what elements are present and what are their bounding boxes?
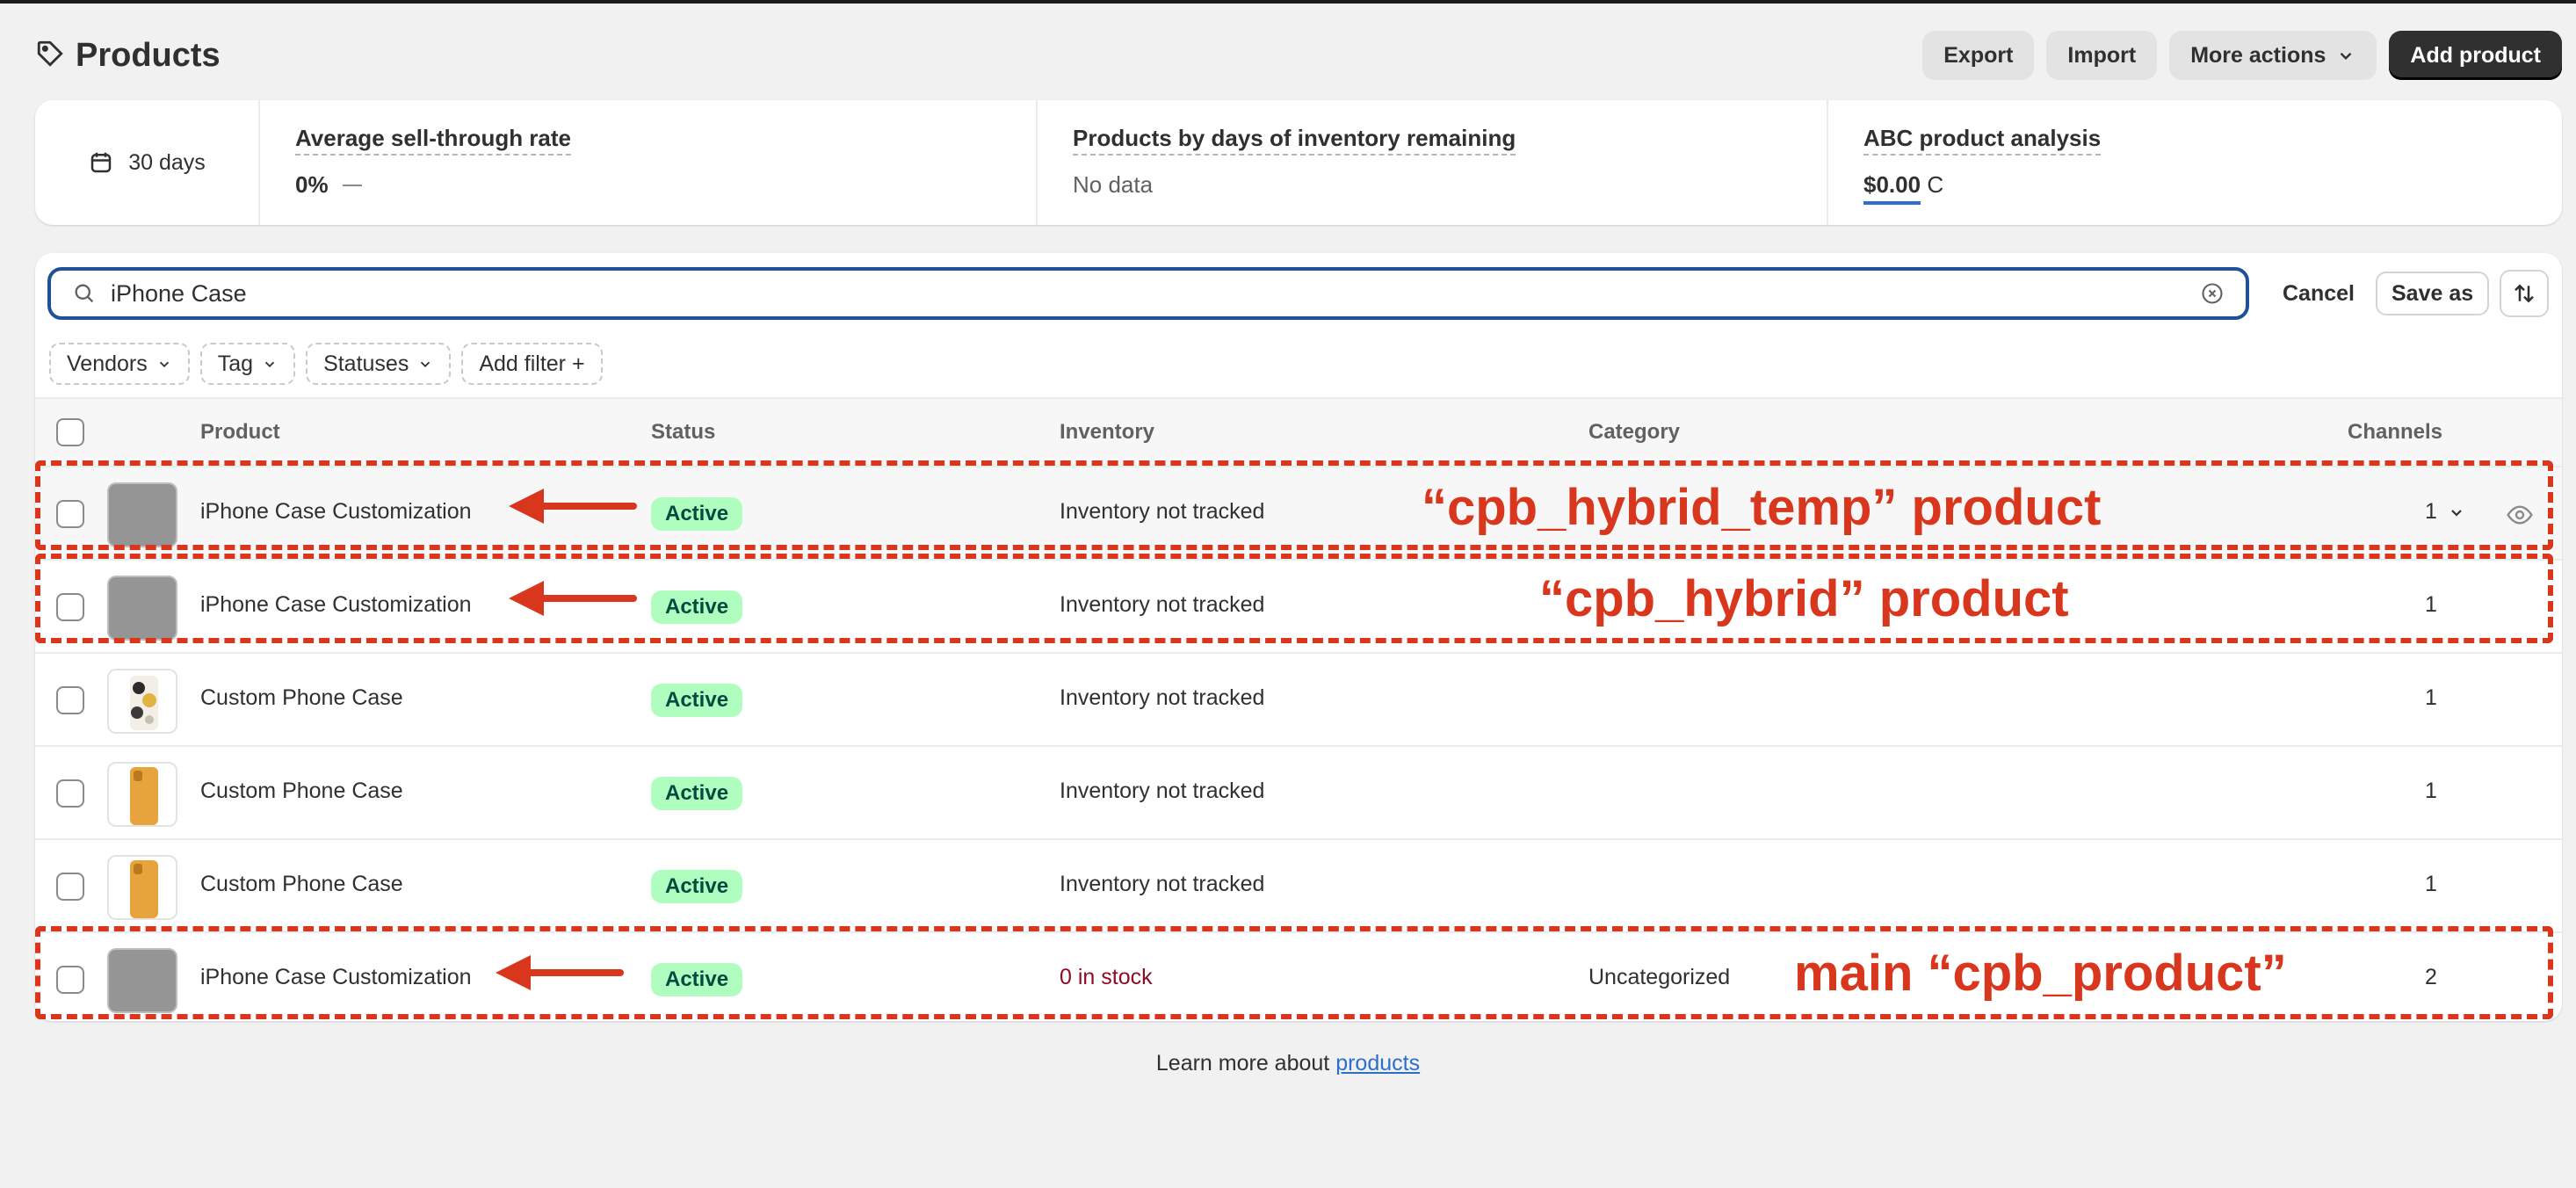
arrow-left-icon [509,581,637,616]
search-icon [75,284,94,303]
inventory-cell: Inventory not tracked [1060,685,1265,710]
add-filter-label: Add filter + [479,351,585,376]
learn-more-footer: Learn more about products [0,1051,2576,1076]
import-button[interactable]: Import [2046,31,2158,80]
column-inventory[interactable]: Inventory [1060,420,1154,445]
product-thumbnail [107,855,177,920]
calendar-icon [90,152,112,173]
product-name[interactable]: Custom Phone Case [200,685,403,711]
inventory-cell: Inventory not tracked [1060,779,1265,803]
search-input[interactable] [111,279,2186,308]
abc-suffix: C [1927,171,1944,198]
more-actions-button[interactable]: More actions [2169,31,2377,80]
chevron-down-icon [421,361,431,367]
orange-case-image [130,860,158,918]
channels-count: 1 [2425,872,2437,896]
sort-icon [2514,284,2535,303]
arrow-left-icon [509,489,637,524]
search-box[interactable] [47,267,2249,320]
annotation-label-row2: “cpb_hybrid” product [1539,570,2069,627]
export-button[interactable]: Export [1922,31,2035,80]
abc-value: $0.00 [1863,171,1921,205]
chevron-down-icon [2341,52,2352,61]
column-channels[interactable]: Channels [2348,420,2442,445]
top-border [0,0,2576,4]
header-actions: Export Import More actions Add product [1922,31,2562,80]
vendors-filter-label: Vendors [67,351,148,376]
save-as-button[interactable]: Save as [2375,272,2490,315]
status-badge: Active [651,777,743,810]
search-row: Cancel Save as [47,265,2551,322]
tag-filter-label: Tag [217,351,254,376]
chevron-down-icon [264,361,275,367]
statuses-filter[interactable]: Statuses [306,343,452,385]
days-inventory-label: Products by days of inventory remaining [1073,125,1516,156]
learn-more-text: Learn more about [1155,1051,1330,1076]
sell-through-value: 0% [295,171,329,198]
clear-search-icon[interactable] [2200,281,2225,306]
date-range-picker[interactable]: 30 days [35,100,260,225]
chevron-down-icon [159,361,169,367]
trend-dash [342,184,362,186]
floral-case-image [130,676,158,730]
products-help-link[interactable]: products [1335,1051,1420,1076]
product-name[interactable]: Custom Phone Case [200,872,403,897]
filter-row: Vendors Tag Statuses Add filter + [49,343,603,385]
abc-label: ABC product analysis [1863,125,2102,156]
row-checkbox[interactable] [56,686,84,714]
row-checkbox[interactable] [56,873,84,901]
page-title: Products [76,36,221,74]
arrow-left-icon [496,955,624,990]
annotation-label-row1: “cpb_hybrid_temp” product [1422,479,2102,536]
days-inventory-metric[interactable]: Products by days of inventory remaining … [1038,100,1828,225]
add-filter-button[interactable]: Add filter + [461,343,603,385]
product-name[interactable]: Custom Phone Case [200,779,403,804]
orange-case-image [130,767,158,825]
column-category[interactable]: Category [1588,420,1680,445]
select-all-checkbox[interactable] [56,418,84,446]
more-actions-label: More actions [2190,42,2326,68]
annotation-box-row2 [35,554,2553,643]
abc-analysis-metric[interactable]: ABC product analysis $0.00 C [1828,100,2562,225]
table-header: Product Status Inventory Category Channe… [35,397,2562,467]
date-range-label: 30 days [128,149,206,175]
channels-count: 1 [2425,685,2437,710]
title-wrap: Products [35,37,221,75]
analytics-bar: 30 days Average sell-through rate 0% Pro… [35,100,2562,225]
table-row[interactable]: Custom Phone Case Active Inventory not t… [35,840,2562,933]
sell-through-metric[interactable]: Average sell-through rate 0% [260,100,1038,225]
page-header: Products Export Import More actions Add … [35,26,2562,84]
table-row[interactable]: Custom Phone Case Active Inventory not t… [35,747,2562,840]
channels-count: 1 [2425,779,2437,803]
row-checkbox[interactable] [56,779,84,808]
tag-icon [35,39,65,73]
product-thumbnail [107,762,177,827]
status-badge: Active [651,684,743,717]
days-inventory-value: No data [1073,171,1154,198]
add-product-button[interactable]: Add product [2389,31,2562,80]
vendors-filter[interactable]: Vendors [49,343,190,385]
status-badge: Active [651,870,743,903]
annotation-box-row1 [35,460,2553,550]
annotation-label-row6: main “cpb_product” [1794,945,2287,1002]
statuses-filter-label: Statuses [323,351,409,376]
column-status[interactable]: Status [651,420,715,445]
sell-through-label: Average sell-through rate [295,125,572,156]
inventory-cell: Inventory not tracked [1060,872,1265,896]
tag-filter[interactable]: Tag [199,343,296,385]
cancel-search-button[interactable]: Cancel [2283,281,2355,307]
column-product[interactable]: Product [200,420,280,445]
product-thumbnail [107,669,177,734]
sort-button[interactable] [2500,270,2550,317]
table-row[interactable]: Custom Phone Case Active Inventory not t… [35,654,2562,747]
